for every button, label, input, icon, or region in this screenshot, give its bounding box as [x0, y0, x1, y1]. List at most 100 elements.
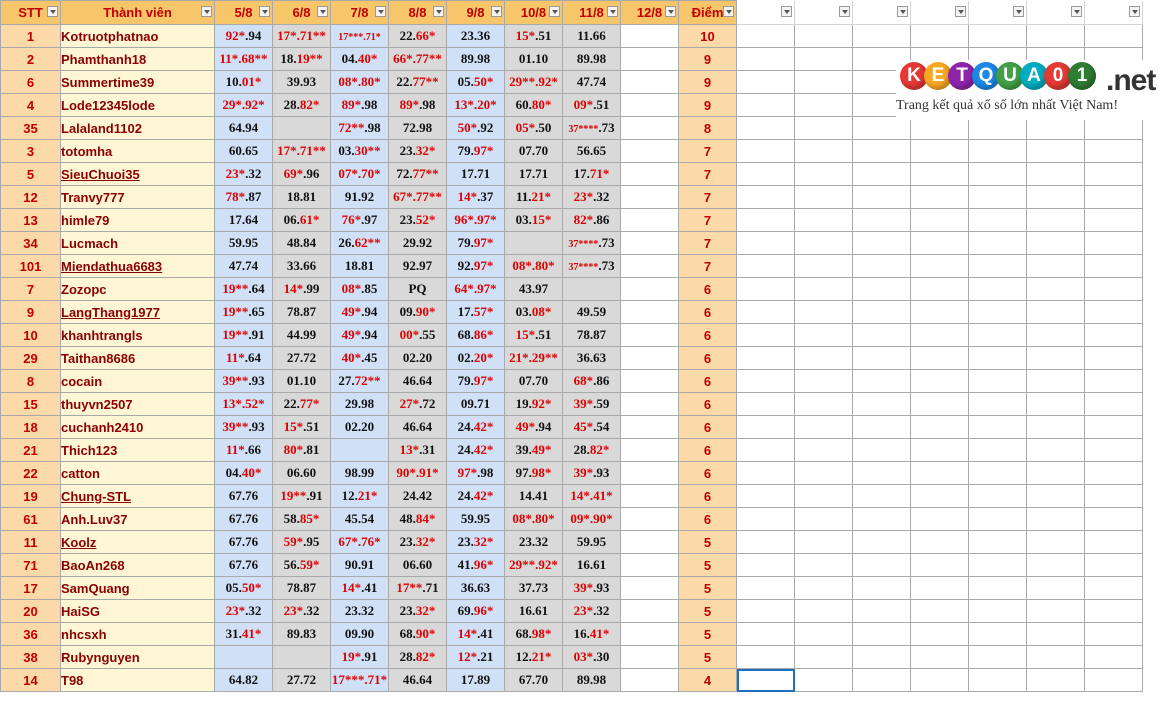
- cell-result[interactable]: 60.80*: [504, 93, 563, 117]
- empty-cell[interactable]: [852, 162, 911, 186]
- cell-result[interactable]: 00*.55: [388, 323, 447, 347]
- column-header-date[interactable]: 12/8: [620, 0, 679, 25]
- cell-member[interactable]: T98: [60, 668, 215, 692]
- cell-result[interactable]: [620, 530, 679, 554]
- cell-result[interactable]: 12.21*: [330, 484, 389, 508]
- empty-cell[interactable]: [852, 392, 911, 416]
- empty-cell[interactable]: [1026, 231, 1085, 255]
- empty-cell[interactable]: [852, 369, 911, 393]
- empty-cell[interactable]: [794, 254, 853, 278]
- cell-result[interactable]: 68*.86: [562, 369, 621, 393]
- cell-stt[interactable]: 36: [0, 622, 61, 646]
- cell-result[interactable]: 39*.59: [562, 392, 621, 416]
- cell-result[interactable]: 17*.71**: [272, 24, 331, 48]
- cell-score[interactable]: 6: [678, 323, 737, 347]
- empty-cell[interactable]: [736, 277, 795, 301]
- cell-result[interactable]: [620, 415, 679, 439]
- cell-result[interactable]: 92.97: [388, 254, 447, 278]
- cell-result[interactable]: 03*.30: [562, 645, 621, 669]
- column-header-member[interactable]: Thành viên: [60, 0, 215, 25]
- cell-result[interactable]: 89*.98: [388, 93, 447, 117]
- cell-stt[interactable]: 7: [0, 277, 61, 301]
- empty-cell[interactable]: [794, 668, 853, 692]
- empty-cell[interactable]: [1026, 415, 1085, 439]
- cell-result[interactable]: 19*.91: [330, 645, 389, 669]
- cell-result[interactable]: 14*.99: [272, 277, 331, 301]
- cell-result[interactable]: 06.61*: [272, 208, 331, 232]
- cell-stt[interactable]: 34: [0, 231, 61, 255]
- empty-cell[interactable]: [852, 576, 911, 600]
- cell-result[interactable]: [620, 553, 679, 577]
- cell-stt[interactable]: 2: [0, 47, 61, 71]
- cell-result[interactable]: 06.60: [388, 553, 447, 577]
- cell-result[interactable]: 37.73: [504, 576, 563, 600]
- cell-result[interactable]: 14*.41: [446, 622, 505, 646]
- column-header-date[interactable]: 11/8: [562, 0, 621, 25]
- cell-result[interactable]: [620, 47, 679, 71]
- cell-member[interactable]: HaiSG: [60, 599, 215, 623]
- empty-cell[interactable]: [968, 300, 1027, 324]
- cell-result[interactable]: 67.76: [214, 484, 273, 508]
- empty-cell[interactable]: [968, 622, 1027, 646]
- empty-cell[interactable]: [736, 47, 795, 71]
- cell-result[interactable]: 36.63: [562, 346, 621, 370]
- cell-result[interactable]: 18.19**: [272, 47, 331, 71]
- empty-cell[interactable]: [910, 622, 969, 646]
- empty-cell[interactable]: [794, 438, 853, 462]
- cell-member[interactable]: thuyvn2507: [60, 392, 215, 416]
- empty-cell[interactable]: [852, 254, 911, 278]
- cell-result[interactable]: 82*.86: [562, 208, 621, 232]
- column-header-stt[interactable]: STT: [0, 0, 61, 25]
- cell-result[interactable]: [620, 461, 679, 485]
- cell-result[interactable]: 46.64: [388, 369, 447, 393]
- cell-score[interactable]: 6: [678, 507, 737, 531]
- cell-result[interactable]: 17**.71: [388, 576, 447, 600]
- empty-cell[interactable]: [852, 277, 911, 301]
- cell-stt[interactable]: 20: [0, 599, 61, 623]
- empty-cell[interactable]: [852, 415, 911, 439]
- cell-result[interactable]: 24.42*: [446, 438, 505, 462]
- empty-cell[interactable]: [794, 507, 853, 531]
- empty-cell[interactable]: [1026, 185, 1085, 209]
- cell-result[interactable]: [504, 231, 563, 255]
- cell-result[interactable]: 89*.98: [330, 93, 389, 117]
- empty-cell[interactable]: [1026, 139, 1085, 163]
- cell-stt[interactable]: 4: [0, 93, 61, 117]
- empty-cell[interactable]: [736, 530, 795, 554]
- empty-cell[interactable]: [794, 622, 853, 646]
- cell-result[interactable]: 07.70: [504, 369, 563, 393]
- filter-dropdown-icon[interactable]: [317, 6, 328, 17]
- cell-result[interactable]: 11.21*: [504, 185, 563, 209]
- cell-member-link[interactable]: SieuChuoi35: [60, 162, 215, 186]
- cell-member[interactable]: Tranvy777: [60, 185, 215, 209]
- cell-result[interactable]: 39.93: [272, 70, 331, 94]
- cell-result[interactable]: 64*.97*: [446, 277, 505, 301]
- cell-result[interactable]: 05.50*: [214, 576, 273, 600]
- cell-result[interactable]: 49*.94: [330, 300, 389, 324]
- cell-result[interactable]: 97*.98: [446, 461, 505, 485]
- empty-cell[interactable]: [968, 231, 1027, 255]
- cell-member[interactable]: cuchanh2410: [60, 415, 215, 439]
- cell-result[interactable]: 23*.32: [214, 162, 273, 186]
- empty-cell[interactable]: [1084, 277, 1143, 301]
- empty-cell[interactable]: [794, 346, 853, 370]
- cell-result[interactable]: 67.76: [214, 553, 273, 577]
- cell-result[interactable]: 22.77**: [388, 70, 447, 94]
- empty-cell[interactable]: [852, 231, 911, 255]
- cell-member[interactable]: BaoAn268: [60, 553, 215, 577]
- empty-cell[interactable]: [1026, 645, 1085, 669]
- empty-cell[interactable]: [852, 622, 911, 646]
- cell-result[interactable]: 80*.81: [272, 438, 331, 462]
- cell-score[interactable]: 5: [678, 553, 737, 577]
- cell-score[interactable]: 8: [678, 116, 737, 140]
- empty-cell[interactable]: [794, 461, 853, 485]
- empty-cell[interactable]: [1084, 369, 1143, 393]
- empty-cell[interactable]: [1084, 254, 1143, 278]
- cell-result[interactable]: 14*.41*: [562, 484, 621, 508]
- cell-member-link[interactable]: Koolz: [60, 530, 215, 554]
- cell-score[interactable]: 5: [678, 645, 737, 669]
- cell-result[interactable]: 27.72**: [330, 369, 389, 393]
- empty-cell[interactable]: [1026, 392, 1085, 416]
- filter-dropdown-icon[interactable]: [433, 6, 444, 17]
- empty-cell[interactable]: [1026, 323, 1085, 347]
